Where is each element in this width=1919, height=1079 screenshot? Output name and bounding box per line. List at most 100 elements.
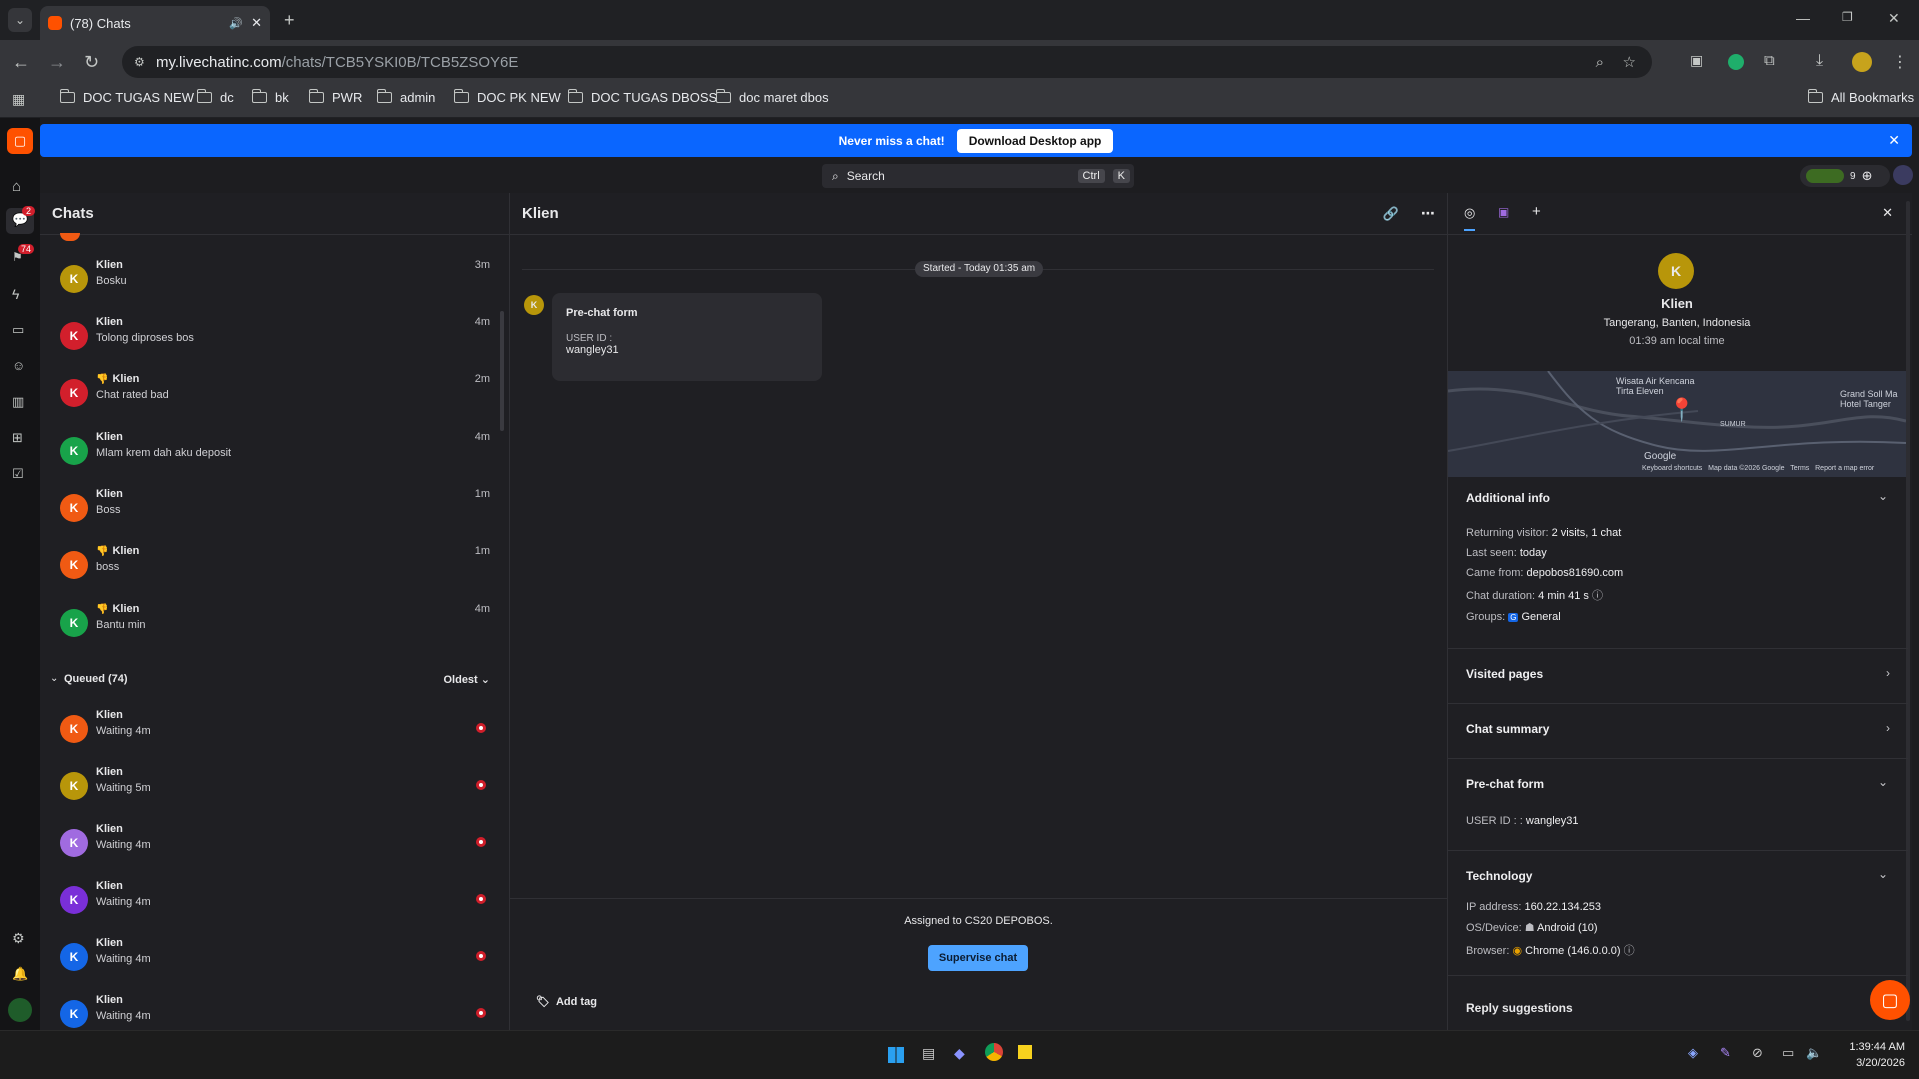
chat-item[interactable]: K Klien Boss 1m [60,488,490,544]
queued-item[interactable]: K Klien Waiting 4m [60,937,490,993]
technology-header[interactable]: Technology ⌄ [1448,851,1906,891]
sort-dropdown[interactable]: Oldest ⌄ [443,673,490,686]
apps-icon[interactable]: ⊞ [12,430,23,446]
info-icon[interactable]: ⓘ [1592,590,1603,602]
pen-icon[interactable]: ✎ [1720,1045,1731,1061]
reply-suggestions-title[interactable]: Reply suggestions [1466,1001,1573,1015]
bookmark-0[interactable]: DOC TUGAS NEW [59,89,194,105]
additional-info-header[interactable]: Additional info ⌄ [1448,477,1906,517]
visited-pages-section[interactable]: Visited pages › [1448,649,1908,704]
archives-icon[interactable]: ▭ [12,322,24,338]
reports-icon[interactable]: ▥ [12,394,24,410]
bookmark-1[interactable]: dc [196,89,234,105]
link-icon[interactable]: 🔗 [1383,206,1399,222]
android-icon: ☗ [1524,922,1535,934]
new-tab-icon[interactable]: + [284,10,295,31]
nav-traffic[interactable]: ⚑ 74 [6,244,35,268]
minimize-icon[interactable]: — [1796,10,1810,26]
cast-icon[interactable]: ▣ [1690,52,1703,69]
bookmark-4[interactable]: admin [376,89,435,105]
network-off-icon[interactable]: ⊘ [1752,1045,1763,1061]
chat-widget-icon[interactable]: ▢ [1870,980,1910,1020]
app-tab-icon[interactable]: ▣ [1498,205,1509,219]
clock[interactable]: 1:39:44 AM 3/20/2026 [1849,1039,1905,1071]
restore-icon[interactable]: ❐ [1842,10,1853,24]
account-avatar[interactable] [1893,165,1913,185]
bookmark-star-icon[interactable]: ☆ [1623,53,1636,71]
tray-app-icon[interactable]: ◈ [1688,1045,1698,1061]
close-tab-icon[interactable]: ✕ [251,15,262,31]
home-icon[interactable]: ⌂ [12,178,21,195]
notifications-icon[interactable]: 🔔 [12,966,28,982]
queued-item[interactable]: K Klien Waiting 5m [60,766,490,822]
reload-icon[interactable]: ↻ [84,52,99,73]
chat-app-icon[interactable]: ◆ [954,1045,965,1062]
windows-start-icon[interactable] [888,1047,904,1063]
chrome-menu-icon[interactable]: ⋮ [1892,52,1908,72]
queued-item[interactable]: K Klien Waiting 4m [60,709,490,765]
settings-icon[interactable]: ⚙ [12,930,25,947]
customer-details-tab-icon[interactable]: ◎ [1464,205,1476,231]
search-input[interactable]: ⌕ Search Ctrl K [822,164,1134,188]
prechat-form-header[interactable]: Pre-chat form ⌄ [1448,759,1906,799]
unread-indicator [476,951,486,961]
download-desktop-button[interactable]: Download Desktop app [956,128,1114,153]
chat-item[interactable]: K Klien Mlam krem dah aku deposit 4m [60,431,490,487]
forward-icon[interactable]: → [48,52,66,73]
bookmark-6[interactable]: DOC TUGAS DBOSS [567,89,717,105]
automation-icon[interactable]: ϟ [12,286,19,302]
row-value[interactable]: depobos81690.com [1527,567,1624,579]
download-icon[interactable]: ⤓ [1816,52,1823,70]
customers-icon[interactable]: ☺ [12,358,25,373]
location-map[interactable]: 📍 Wisata Air Kencana Tirta Eleven Grand … [1448,371,1906,477]
more-options-icon[interactable]: ⋯ [1421,205,1435,222]
prechat-form-title: Pre-chat form [1466,777,1545,791]
all-bookmarks[interactable]: All Bookmarks [1807,89,1914,105]
task-view-icon[interactable]: ▤ [922,1045,935,1062]
shortcut-ctrl: Ctrl [1077,169,1105,183]
agent-avatar[interactable] [8,998,32,1022]
apps-grid-icon[interactable]: ▦ [12,91,25,108]
livechat-logo-icon[interactable]: ▢ [7,128,33,154]
chat-item[interactable]: K 👎 Klien Chat rated bad 2m [60,373,490,429]
volume-icon[interactable]: 🔈 [1806,1045,1822,1061]
chat-summary-section[interactable]: Chat summary › [1448,704,1908,759]
add-tab-icon[interactable]: + [1532,203,1541,220]
extension-icon[interactable] [1728,54,1744,70]
address-bar[interactable]: ⚙ my.livechatinc.com/chats/TCB5YSKI0B/TC… [122,46,1652,78]
close-details-icon[interactable]: ✕ [1882,205,1893,221]
add-icon[interactable]: ⊕ [1862,168,1873,184]
tab-search-icon[interactable]: ⌄ [8,8,32,32]
tab-chats[interactable]: (78) Chats 🔊 ✕ [40,6,270,40]
chat-item[interactable]: K 👎 Klien boss 1m [60,545,490,601]
bookmark-5[interactable]: DOC PK NEW [453,89,561,105]
queued-item[interactable]: K Klien Waiting 4m [60,823,490,879]
status-pill[interactable]: 9 ⊕ [1800,165,1890,187]
display-icon[interactable]: ▭ [1782,1045,1794,1061]
info-icon[interactable]: ⓘ [1624,945,1635,957]
site-info-icon[interactable]: ⚙ [134,55,145,69]
profile-avatar[interactable] [1852,52,1872,72]
supervise-chat-button[interactable]: Supervise chat [928,945,1028,971]
chat-item[interactable]: K Klien Tolong diproses bos 4m [60,316,490,372]
bookmark-7[interactable]: doc maret dbos [715,89,829,105]
speaker-icon[interactable]: 🔊 [229,17,243,30]
chat-item[interactable]: K 👎 Klien Bantu min 4m [60,603,490,659]
chats-scrollbar[interactable] [500,311,504,431]
window-close-icon[interactable]: ✕ [1888,10,1900,27]
bookmark-2[interactable]: bk [251,89,289,105]
sticky-notes-icon[interactable] [1018,1045,1032,1059]
queued-item[interactable]: K Klien Waiting 4m [60,880,490,936]
nav-chats[interactable]: 💬 2 [6,206,36,234]
chat-item[interactable]: K Klien Bosku 3m [60,259,490,315]
zoom-icon[interactable]: ⌕ [1596,54,1604,71]
queued-section-header[interactable]: ⌄ Queued (74) Oldest ⌄ [50,671,490,691]
chrome-taskbar-icon[interactable] [985,1043,1003,1061]
banner-close-icon[interactable]: ✕ [1888,132,1900,149]
extensions-puzzle-icon[interactable]: ⧉ [1764,52,1775,69]
bookmark-3[interactable]: PWR [308,89,362,105]
back-icon[interactable]: ← [12,52,30,73]
queued-item[interactable]: K Klien Waiting 4m [60,994,490,1030]
tasks-icon[interactable]: ☑ [12,466,24,482]
add-tag-button[interactable]: 🏷 Add tag [536,995,597,1009]
